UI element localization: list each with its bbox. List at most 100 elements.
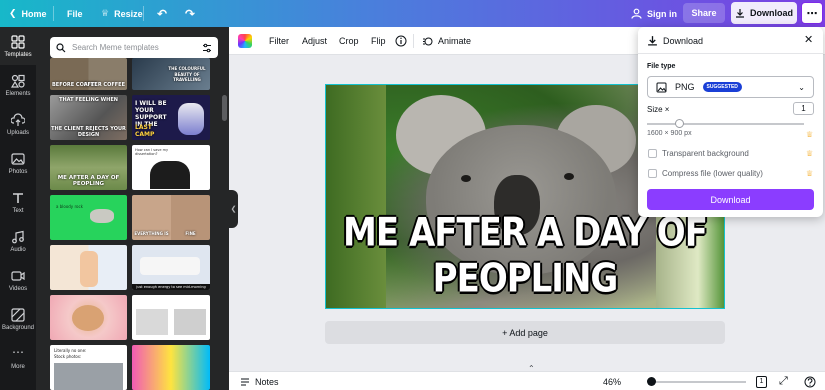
- filter-icon[interactable]: [202, 43, 212, 53]
- compress-file-checkbox[interactable]: [648, 169, 657, 178]
- filter-button[interactable]: Filter: [269, 27, 289, 55]
- close-icon[interactable]: ✕: [804, 33, 813, 46]
- transparent-background-checkbox[interactable]: [648, 149, 657, 158]
- home-button[interactable]: ❮ Home: [9, 0, 47, 27]
- zoom-slider-handle[interactable]: [647, 377, 656, 386]
- thumb-caption: LAST CAMP: [135, 124, 155, 138]
- templates-icon: [11, 34, 25, 49]
- zoom-percentage[interactable]: 46%: [603, 372, 621, 390]
- uploads-icon: [11, 112, 25, 126]
- info-button[interactable]: [395, 27, 407, 55]
- notes-button[interactable]: Notes: [240, 372, 279, 390]
- rail-item-more[interactable]: ⋯ More: [0, 339, 36, 377]
- divider: [143, 6, 144, 21]
- page-count-button[interactable]: 1: [756, 372, 767, 390]
- download-panel: Download ✕ File type PNG SUGGESTED ⌄ Siz…: [638, 27, 823, 217]
- size-label: Size ×: [647, 105, 670, 114]
- side-rail: Templates Elements Uploads Photos Text A…: [0, 27, 36, 390]
- help-button[interactable]: [804, 372, 816, 390]
- rail-item-audio[interactable]: Audio: [0, 222, 36, 260]
- compress-file-label: Compress file (lower quality): [662, 169, 763, 178]
- flip-button[interactable]: Flip: [371, 27, 386, 55]
- collapse-panel-button[interactable]: ❮: [229, 190, 238, 228]
- stock-photo-image: [54, 363, 123, 390]
- template-thumbnail[interactable]: I WILL BE YOUR SUPPORT IN THE LAST CAMP: [132, 95, 210, 140]
- template-thumbnail[interactable]: [50, 245, 127, 290]
- template-thumbnail[interactable]: just enough energy to see mid-morning: [132, 245, 210, 290]
- audio-icon: [12, 230, 24, 243]
- adjust-button[interactable]: Adjust: [302, 27, 327, 55]
- more-options-button[interactable]: ⋯: [801, 2, 823, 24]
- rail-label: Elements: [5, 90, 31, 97]
- rail-label: Videos: [8, 285, 28, 292]
- crop-button[interactable]: Crop: [339, 27, 359, 55]
- color-picker-icon[interactable]: [238, 34, 252, 48]
- redo-button[interactable]: ↷: [185, 0, 195, 27]
- rail-item-videos[interactable]: Videos: [0, 261, 36, 299]
- rail-item-photos[interactable]: Photos: [0, 144, 36, 182]
- add-page-button[interactable]: + Add page: [325, 321, 725, 344]
- template-thumbnail[interactable]: [50, 295, 127, 340]
- divider: [53, 6, 54, 21]
- crop-label: Crop: [339, 36, 359, 46]
- template-thumbnail[interactable]: ME AFTER A DAY OF PEOPLING: [50, 145, 127, 190]
- cat-image: [72, 305, 104, 331]
- download-icon: [736, 9, 744, 18]
- template-thumbnail[interactable]: THE COLOURFUL BEAUTY OF TRAVELLING: [132, 58, 210, 90]
- rail-item-text[interactable]: Text: [0, 183, 36, 221]
- sign-in-label: Sign in: [647, 8, 677, 19]
- template-thumbnail[interactable]: EVERYTHING IS FINE: [132, 195, 210, 240]
- help-icon: [804, 376, 816, 387]
- size-slider-handle[interactable]: [675, 119, 684, 128]
- download-panel-title: Download: [663, 36, 704, 46]
- photos-icon: [11, 152, 25, 165]
- rock-image: [90, 209, 114, 223]
- notes-label: Notes: [255, 376, 279, 387]
- file-menu-button[interactable]: File: [67, 0, 83, 27]
- ellipsis-icon: ⋯: [806, 7, 818, 20]
- resize-button[interactable]: ♕ Resize: [101, 0, 143, 27]
- witch-image: [150, 161, 190, 189]
- template-thumbnail[interactable]: THAT FEELING WHEN THE CLIENT REJECTS YOU…: [50, 95, 127, 140]
- template-thumbnail[interactable]: [132, 295, 210, 340]
- notes-icon: [241, 377, 249, 386]
- undo-button[interactable]: ↶: [157, 0, 167, 27]
- koala-eye-left: [461, 175, 471, 182]
- sign-in-button[interactable]: Sign in: [631, 0, 677, 27]
- size-slider[interactable]: [647, 123, 804, 125]
- fullscreen-button[interactable]: ⤢: [779, 372, 788, 390]
- template-thumbnail[interactable]: [132, 345, 210, 390]
- template-thumbnail[interactable]: Literally no one: Stock photos:: [50, 345, 127, 390]
- thumb-caption: Stock photos:: [54, 354, 82, 359]
- rail-item-uploads[interactable]: Uploads: [0, 105, 36, 143]
- template-thumbnail[interactable]: a bloody rock: [50, 195, 127, 240]
- rail-item-background[interactable]: Background: [0, 300, 36, 338]
- rail-item-elements[interactable]: Elements: [0, 66, 36, 104]
- search-input[interactable]: Search Meme templates: [50, 37, 218, 58]
- photo-image: [174, 309, 206, 335]
- size-input[interactable]: 1: [793, 102, 814, 115]
- zoom-slider[interactable]: [651, 381, 746, 383]
- download-panel-header: Download ✕: [638, 27, 823, 54]
- template-thumbnail[interactable]: How can I save my dissertation?: [132, 145, 210, 190]
- file-type-select[interactable]: PNG SUGGESTED ⌄: [647, 76, 814, 98]
- thumb-caption: THE CLIENT REJECTS YOUR DESIGN: [51, 126, 126, 138]
- panel-scrollbar[interactable]: [222, 95, 227, 121]
- rail-item-templates[interactable]: Templates: [0, 27, 36, 65]
- thumb-caption: just enough energy to see mid-morning: [132, 284, 210, 290]
- thumb-caption: FINE: [185, 231, 196, 236]
- resize-label: Resize: [114, 8, 143, 19]
- meme-caption[interactable]: ME AFTER A DAY OF PEOPLING: [326, 210, 724, 302]
- template-thumbnail[interactable]: BEFORE COFFEE AFTER COFFEE: [50, 58, 127, 90]
- share-label: Share: [691, 8, 717, 18]
- chevron-left-icon: ❮: [9, 8, 17, 18]
- crown-icon: ♕: [101, 8, 110, 18]
- confirm-download-button[interactable]: Download: [647, 189, 814, 210]
- rail-label: Templates: [4, 51, 32, 58]
- thumb-caption: BEAUTY OF TRAVELLING: [173, 72, 201, 82]
- animate-button[interactable]: Animate: [422, 27, 471, 55]
- share-button[interactable]: Share: [683, 3, 725, 23]
- download-button[interactable]: Download: [731, 2, 797, 24]
- rail-label: Photos: [8, 168, 28, 175]
- add-page-label: + Add page: [502, 327, 548, 338]
